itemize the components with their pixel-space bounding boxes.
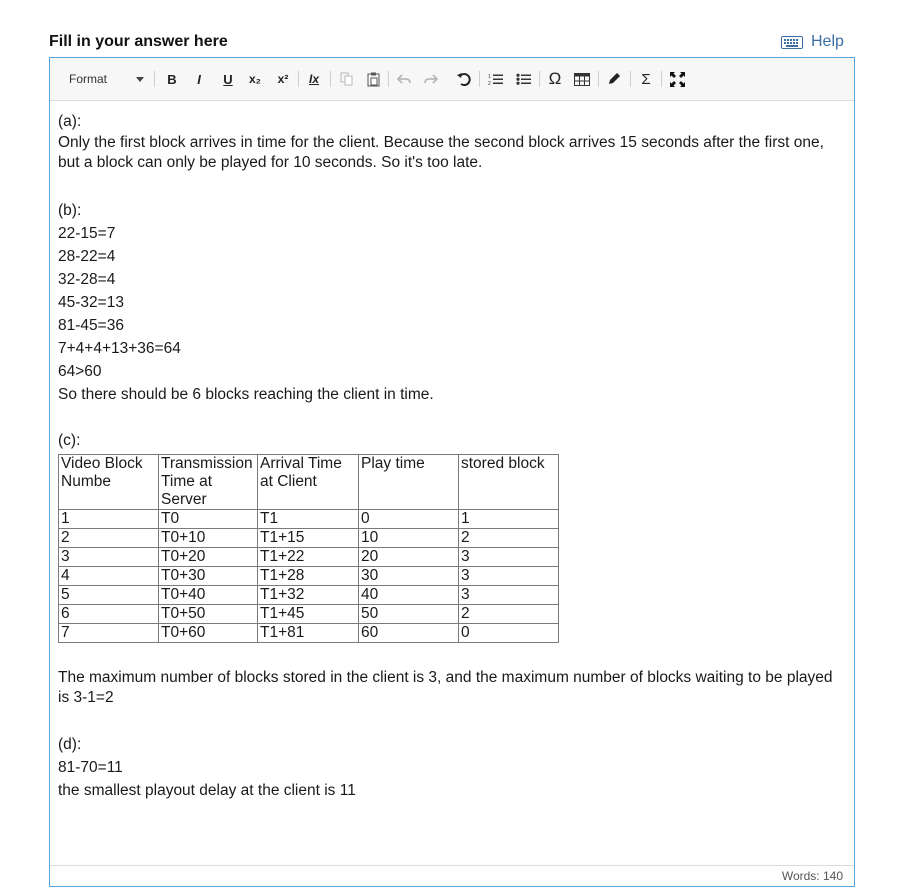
table-cell: 10 [358, 528, 459, 548]
part-d-line: 81-70=11 [58, 759, 123, 776]
table-row: 3 T0+20 T1+22 20 3 [58, 547, 559, 567]
part-b-heading: (b): [58, 202, 82, 219]
table-cell: 5 [58, 585, 159, 605]
editor-content[interactable]: (a): Only the first block arrives in tim… [58, 110, 838, 802]
table-header-cell: stored block [458, 454, 559, 510]
answer-table: Video Block Numbe Transmission Time at S… [58, 454, 559, 643]
table-row: 5 T0+40 T1+32 40 3 [58, 585, 559, 605]
keyboard-icon [781, 35, 803, 49]
part-d-heading: (d): [58, 736, 82, 753]
chevron-down-icon[interactable] [134, 68, 146, 90]
word-count: Words: 140 [781, 869, 843, 883]
part-d-line: the smallest playout delay at the client… [58, 782, 356, 799]
underline-button[interactable]: U [219, 68, 237, 90]
undo-icon[interactable] [395, 68, 413, 90]
part-b-line: 7+4+4+13+36=64 [58, 340, 181, 357]
copy-icon[interactable] [337, 68, 355, 90]
table-header-cell: Video Block Numbe [58, 454, 159, 510]
table-cell: T0+60 [158, 623, 258, 643]
table-cell: 30 [358, 566, 459, 586]
table-cell: T0+30 [158, 566, 258, 586]
help-label: Help [811, 33, 844, 50]
table-row: 7 T0+60 T1+81 60 0 [58, 623, 559, 643]
table-cell: T1+45 [257, 604, 359, 624]
svg-text:1: 1 [488, 74, 491, 80]
table-header-cell: Play time [358, 454, 459, 510]
table-cell: 20 [358, 547, 459, 567]
part-b-line: 81-45=36 [58, 317, 124, 334]
table-row: 4 T0+30 T1+28 30 3 [58, 566, 559, 586]
rich-text-editor[interactable]: Format B I U x₂ x² Ix 12 Ω Σ (a): Only t… [49, 57, 855, 887]
part-b-line: 22-15=7 [58, 225, 116, 242]
part-c-text: The maximum number of blocks stored in t… [58, 669, 833, 706]
table-header-cell: Transmission Time at Server [158, 454, 258, 510]
superscript-button[interactable]: x² [274, 68, 292, 90]
table-cell: 3 [458, 566, 559, 586]
part-a-heading: (a): [58, 113, 82, 130]
table-row: 6 T0+50 T1+45 50 2 [58, 604, 559, 624]
table-cell: 3 [458, 547, 559, 567]
table-row: 2 T0+10 T1+15 10 2 [58, 528, 559, 548]
subscript-button[interactable]: x₂ [246, 68, 264, 90]
table-cell: T0+50 [158, 604, 258, 624]
table-cell: T1+28 [257, 566, 359, 586]
table-cell: 3 [58, 547, 159, 567]
pencil-icon[interactable] [605, 68, 623, 90]
table-cell: 2 [458, 604, 559, 624]
redo-icon[interactable] [422, 68, 440, 90]
part-c-heading: (c): [58, 432, 81, 449]
undo-history-icon[interactable] [455, 68, 473, 90]
part-b-line: 32-28=4 [58, 271, 116, 288]
answer-header-title: Fill in your answer here [49, 33, 228, 50]
table-icon[interactable] [573, 68, 591, 90]
paste-icon[interactable] [364, 68, 382, 90]
editor-toolbar: Format B I U x₂ x² Ix 12 Ω Σ [50, 58, 854, 101]
bulleted-list-icon[interactable] [514, 68, 532, 90]
table-cell: 2 [58, 528, 159, 548]
table-cell: 50 [358, 604, 459, 624]
table-cell: T0+10 [158, 528, 258, 548]
table-cell: 6 [58, 604, 159, 624]
table-cell: T1+81 [257, 623, 359, 643]
table-cell: 4 [58, 566, 159, 586]
part-b-line: 45-32=13 [58, 294, 124, 311]
part-b-line: 28-22=4 [58, 248, 116, 265]
table-cell: T1 [257, 509, 359, 529]
table-cell: T0+20 [158, 547, 258, 567]
part-a-text: Only the first block arrives in time for… [58, 134, 824, 171]
numbered-list-icon[interactable]: 12 [486, 68, 504, 90]
table-cell: 1 [58, 509, 159, 529]
table-cell: 7 [58, 623, 159, 643]
table-cell: 0 [458, 623, 559, 643]
table-cell: T1+22 [257, 547, 359, 567]
part-b-line: 64>60 [58, 363, 102, 380]
table-header-cell: Arrival Time at Client [257, 454, 359, 510]
table-cell: T1+32 [257, 585, 359, 605]
maximize-icon[interactable] [668, 68, 686, 90]
table-cell: 40 [358, 585, 459, 605]
help-link[interactable]: Help [781, 32, 844, 52]
svg-text:2: 2 [488, 81, 491, 86]
part-b-line: So there should be 6 blocks reaching the… [58, 386, 434, 403]
remove-format-button[interactable]: Ix [305, 68, 323, 90]
table-cell: T1+15 [257, 528, 359, 548]
editor-footer: Words: 140 [50, 865, 854, 886]
table-row: 1 T0 T1 0 1 [58, 509, 559, 529]
table-cell: 3 [458, 585, 559, 605]
special-character-button[interactable]: Ω [546, 68, 564, 90]
equation-button[interactable]: Σ [637, 68, 655, 90]
table-cell: T0+40 [158, 585, 258, 605]
table-header-row: Video Block Numbe Transmission Time at S… [58, 454, 559, 510]
table-cell: 0 [358, 509, 459, 529]
table-cell: 60 [358, 623, 459, 643]
table-cell: 2 [458, 528, 559, 548]
italic-button[interactable]: I [190, 68, 208, 90]
table-cell: 1 [458, 509, 559, 529]
table-cell: T0 [158, 509, 258, 529]
bold-button[interactable]: B [163, 68, 181, 90]
